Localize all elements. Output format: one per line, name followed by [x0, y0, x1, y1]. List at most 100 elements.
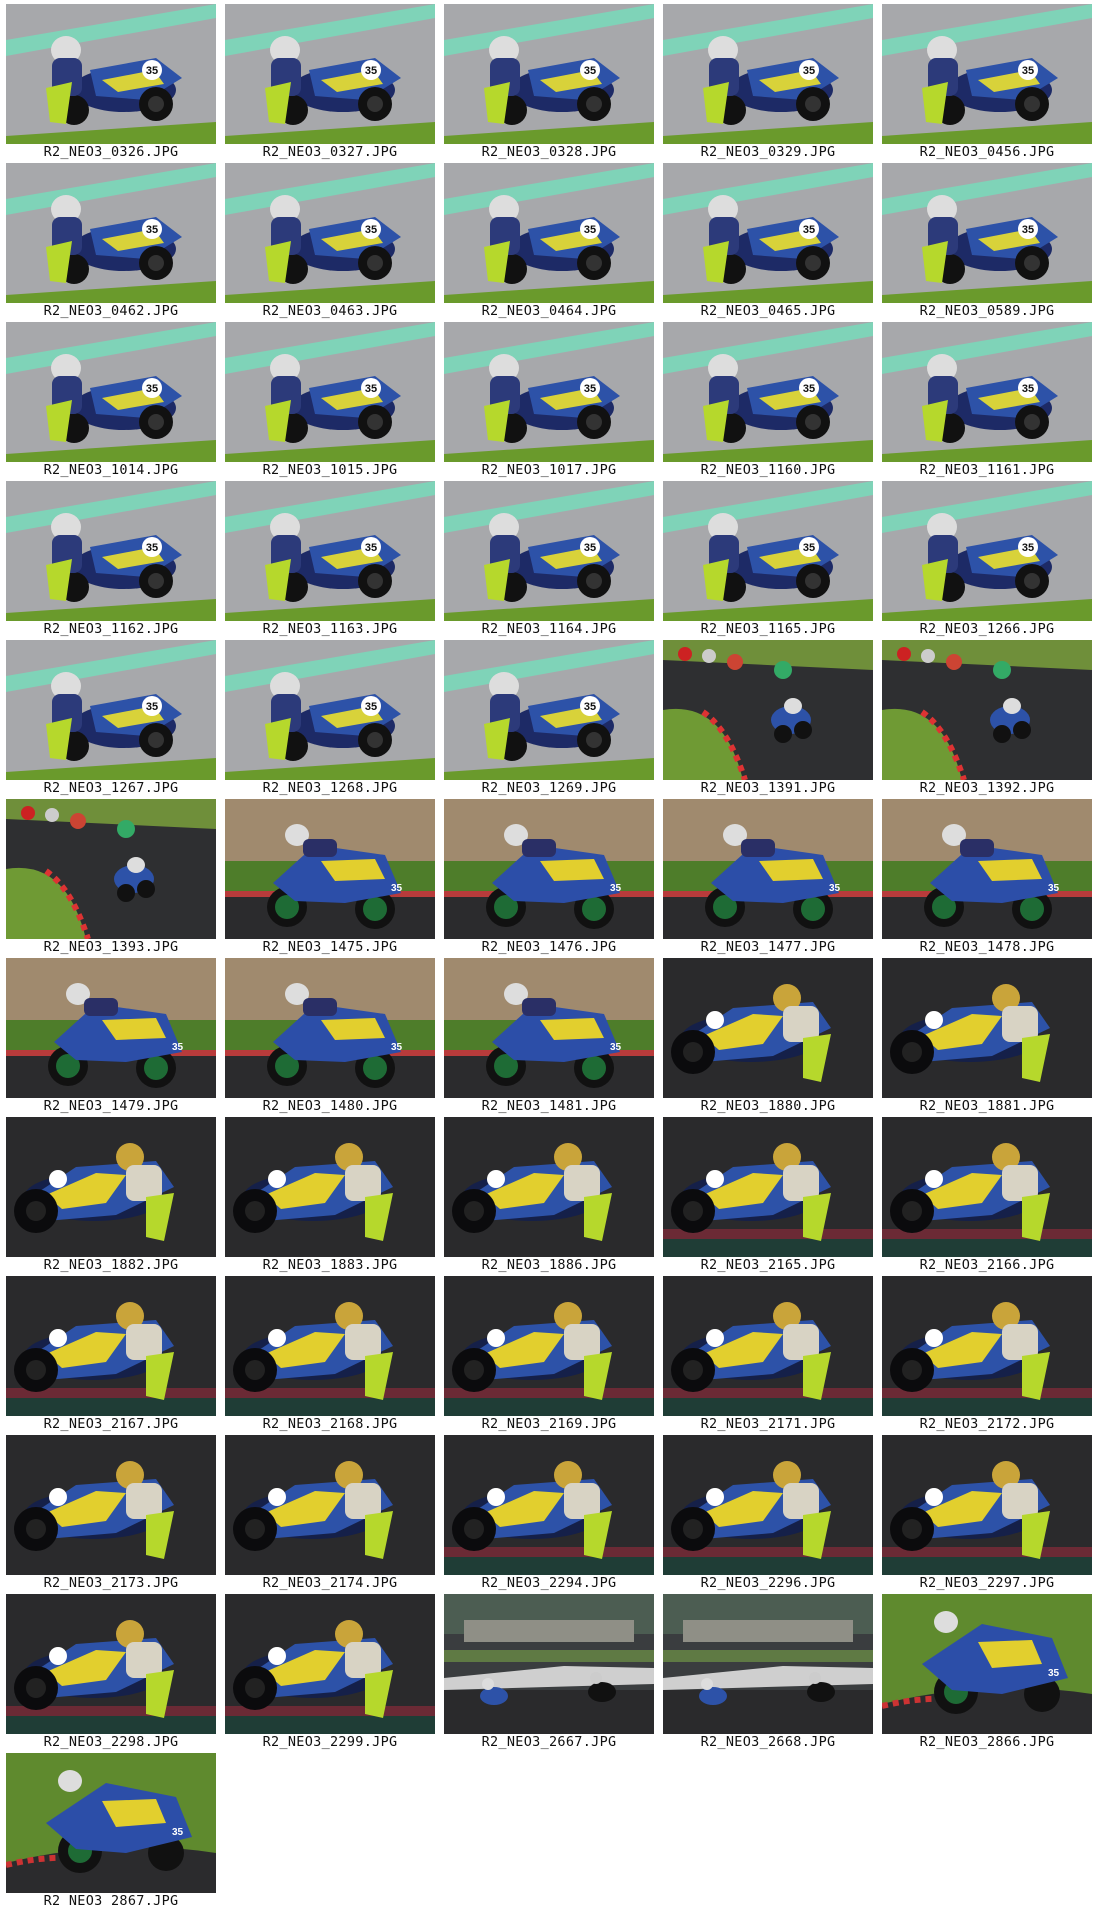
thumbnail-image[interactable]: 35	[225, 481, 435, 621]
thumbnail-image[interactable]: 35	[444, 481, 654, 621]
thumbnail-image[interactable]	[444, 1435, 654, 1575]
thumbnail-tile[interactable]: R2_NEO3_1393.JPG	[6, 799, 216, 958]
thumbnail-image[interactable]: 35	[6, 958, 216, 1098]
thumbnail-image[interactable]: 35	[663, 481, 873, 621]
thumbnail-tile[interactable]: R2_NEO3_1883.JPG	[225, 1117, 435, 1276]
thumbnail-tile[interactable]: R2_NEO3_1880.JPG	[663, 958, 873, 1117]
thumbnail-tile[interactable]: R2_NEO3_2174.JPG	[225, 1435, 435, 1594]
thumbnail-image[interactable]	[663, 1276, 873, 1416]
thumbnail-tile[interactable]: 35 R2_NEO3_1476.JPG	[444, 799, 654, 958]
thumbnail-tile[interactable]: R2_NEO3_2667.JPG	[444, 1594, 654, 1753]
thumbnail-image[interactable]: 35	[882, 322, 1092, 462]
thumbnail-tile[interactable]: 35 R2_NEO3_0326.JPG	[6, 4, 216, 163]
thumbnail-tile[interactable]: 35 R2_NEO3_0456.JPG	[882, 4, 1092, 163]
thumbnail-tile[interactable]: R2_NEO3_2668.JPG	[663, 1594, 873, 1753]
thumbnail-tile[interactable]: R2_NEO3_2173.JPG	[6, 1435, 216, 1594]
thumbnail-image[interactable]: 35	[225, 322, 435, 462]
thumbnail-image[interactable]	[225, 1117, 435, 1257]
thumbnail-image[interactable]: 35	[663, 322, 873, 462]
thumbnail-tile[interactable]: 35 R2_NEO3_1477.JPG	[663, 799, 873, 958]
thumbnail-tile[interactable]: 35 R2_NEO3_1014.JPG	[6, 322, 216, 481]
thumbnail-tile[interactable]: 35 R2_NEO3_1266.JPG	[882, 481, 1092, 640]
thumbnail-image[interactable]	[6, 1435, 216, 1575]
thumbnail-tile[interactable]: 35 R2_NEO3_1268.JPG	[225, 640, 435, 799]
thumbnail-tile[interactable]: 35 R2_NEO3_1478.JPG	[882, 799, 1092, 958]
thumbnail-image[interactable]: 35	[663, 163, 873, 303]
thumbnail-image[interactable]	[444, 1117, 654, 1257]
thumbnail-tile[interactable]: 35 R2_NEO3_0327.JPG	[225, 4, 435, 163]
thumbnail-tile[interactable]: 35 R2_NEO3_0329.JPG	[663, 4, 873, 163]
thumbnail-tile[interactable]: 35 R2_NEO3_1160.JPG	[663, 322, 873, 481]
thumbnail-tile[interactable]: 35 R2_NEO3_1164.JPG	[444, 481, 654, 640]
thumbnail-image[interactable]: 35	[225, 958, 435, 1098]
thumbnail-tile[interactable]: 35 R2_NEO3_1269.JPG	[444, 640, 654, 799]
thumbnail-tile[interactable]: 35 R2_NEO3_2867.JPG	[6, 1753, 216, 1912]
thumbnail-image[interactable]	[6, 1594, 216, 1734]
thumbnail-image[interactable]: 35	[6, 1753, 216, 1893]
thumbnail-image[interactable]	[225, 1276, 435, 1416]
thumbnail-image[interactable]	[882, 640, 1092, 780]
thumbnail-tile[interactable]: R2_NEO3_2294.JPG	[444, 1435, 654, 1594]
thumbnail-tile[interactable]: R2_NEO3_1886.JPG	[444, 1117, 654, 1276]
thumbnail-tile[interactable]: R2_NEO3_1391.JPG	[663, 640, 873, 799]
thumbnail-image[interactable]: 35	[882, 4, 1092, 144]
thumbnail-tile[interactable]: R2_NEO3_2165.JPG	[663, 1117, 873, 1276]
thumbnail-tile[interactable]: R2_NEO3_2296.JPG	[663, 1435, 873, 1594]
thumbnail-image[interactable]	[663, 1435, 873, 1575]
thumbnail-image[interactable]: 35	[225, 4, 435, 144]
thumbnail-tile[interactable]: R2_NEO3_2171.JPG	[663, 1276, 873, 1435]
thumbnail-tile[interactable]: 35 R2_NEO3_1480.JPG	[225, 958, 435, 1117]
thumbnail-tile[interactable]: 35 R2_NEO3_1161.JPG	[882, 322, 1092, 481]
thumbnail-tile[interactable]: 35 R2_NEO3_0464.JPG	[444, 163, 654, 322]
thumbnail-image[interactable]: 35	[6, 640, 216, 780]
thumbnail-tile[interactable]: 35 R2_NEO3_1479.JPG	[6, 958, 216, 1117]
thumbnail-tile[interactable]: R2_NEO3_1882.JPG	[6, 1117, 216, 1276]
thumbnail-image[interactable]: 35	[444, 4, 654, 144]
thumbnail-image[interactable]: 35	[444, 163, 654, 303]
thumbnail-tile[interactable]: 35 R2_NEO3_0463.JPG	[225, 163, 435, 322]
thumbnail-image[interactable]: 35	[663, 799, 873, 939]
thumbnail-image[interactable]: 35	[6, 481, 216, 621]
thumbnail-tile[interactable]: 35 R2_NEO3_1267.JPG	[6, 640, 216, 799]
thumbnail-tile[interactable]: R2_NEO3_2166.JPG	[882, 1117, 1092, 1276]
thumbnail-tile[interactable]: R2_NEO3_2298.JPG	[6, 1594, 216, 1753]
thumbnail-image[interactable]: 35	[6, 163, 216, 303]
thumbnail-image[interactable]: 35	[444, 799, 654, 939]
thumbnail-image[interactable]	[663, 1594, 873, 1734]
thumbnail-image[interactable]	[663, 1117, 873, 1257]
thumbnail-tile[interactable]: R2_NEO3_2167.JPG	[6, 1276, 216, 1435]
thumbnail-tile[interactable]: 35 R2_NEO3_1162.JPG	[6, 481, 216, 640]
thumbnail-tile[interactable]: 35 R2_NEO3_0328.JPG	[444, 4, 654, 163]
thumbnail-tile[interactable]: R2_NEO3_1881.JPG	[882, 958, 1092, 1117]
thumbnail-image[interactable]: 35	[444, 322, 654, 462]
thumbnail-tile[interactable]: R2_NEO3_2297.JPG	[882, 1435, 1092, 1594]
thumbnail-tile[interactable]: 35 R2_NEO3_0589.JPG	[882, 163, 1092, 322]
thumbnail-tile[interactable]: 35 R2_NEO3_1481.JPG	[444, 958, 654, 1117]
thumbnail-image[interactable]	[882, 1117, 1092, 1257]
thumbnail-image[interactable]	[444, 1276, 654, 1416]
thumbnail-image[interactable]: 35	[6, 4, 216, 144]
thumbnail-image[interactable]: 35	[225, 799, 435, 939]
thumbnail-image[interactable]: 35	[225, 640, 435, 780]
thumbnail-image[interactable]: 35	[225, 163, 435, 303]
thumbnail-image[interactable]: 35	[882, 163, 1092, 303]
thumbnail-tile[interactable]: 35 R2_NEO3_1165.JPG	[663, 481, 873, 640]
thumbnail-image[interactable]: 35	[6, 322, 216, 462]
thumbnail-image[interactable]: 35	[444, 640, 654, 780]
thumbnail-image[interactable]	[225, 1435, 435, 1575]
thumbnail-image[interactable]: 35	[663, 4, 873, 144]
thumbnail-image[interactable]	[6, 1276, 216, 1416]
thumbnail-tile[interactable]: R2_NEO3_2299.JPG	[225, 1594, 435, 1753]
thumbnail-tile[interactable]: R2_NEO3_1392.JPG	[882, 640, 1092, 799]
thumbnail-tile[interactable]: R2_NEO3_2169.JPG	[444, 1276, 654, 1435]
thumbnail-tile[interactable]: 35 R2_NEO3_1475.JPG	[225, 799, 435, 958]
thumbnail-image[interactable]	[6, 799, 216, 939]
thumbnail-image[interactable]	[882, 958, 1092, 1098]
thumbnail-tile[interactable]: 35 R2_NEO3_0462.JPG	[6, 163, 216, 322]
thumbnail-image[interactable]	[225, 1594, 435, 1734]
thumbnail-image[interactable]	[882, 1276, 1092, 1416]
thumbnail-image[interactable]	[663, 958, 873, 1098]
thumbnail-image[interactable]: 35	[882, 799, 1092, 939]
thumbnail-tile[interactable]: 35 R2_NEO3_1163.JPG	[225, 481, 435, 640]
thumbnail-tile[interactable]: 35 R2_NEO3_1017.JPG	[444, 322, 654, 481]
